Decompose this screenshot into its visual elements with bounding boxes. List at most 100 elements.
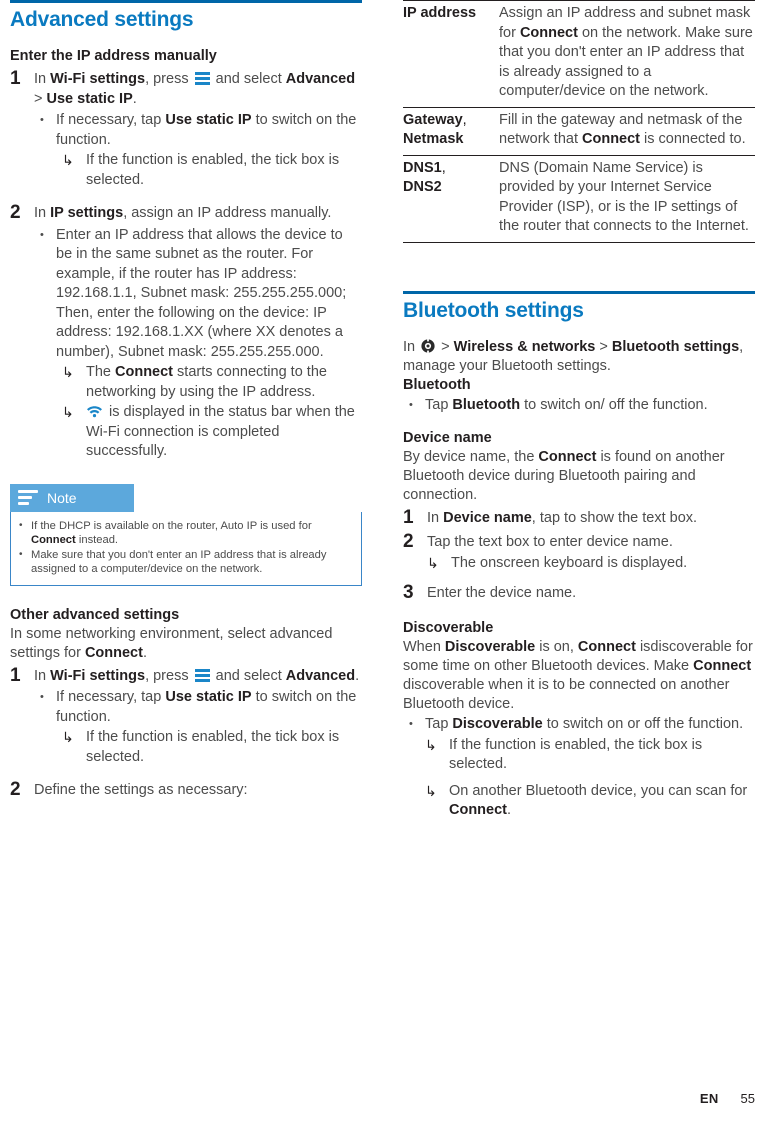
step1-arrow: ↳ If the function is enabled, the tick b… xyxy=(62,151,362,190)
step-number: 3 xyxy=(403,581,414,603)
device-step-1: 1 In Device name, tap to show the text b… xyxy=(403,507,755,529)
bluetooth-bullet: • Tap Bluetooth to switch on/ off the fu… xyxy=(403,396,755,416)
step2-arrow-1: ↳ The Connect starts connecting to the n… xyxy=(62,363,362,402)
step3-bullet: • If necessary, tap Use static IP to swi… xyxy=(34,688,362,727)
note-item: • If the DHCP is available on the router… xyxy=(19,519,353,548)
a1-bold-connect: Connect xyxy=(115,364,174,380)
key-sep: , xyxy=(441,159,446,176)
bullet-marker: • xyxy=(40,228,44,241)
table-row: Gateway, Netmask Fill in the gateway and… xyxy=(403,106,755,155)
db-pre: Tap xyxy=(425,716,453,732)
step1-pre: In xyxy=(34,71,51,87)
step-number: 1 xyxy=(10,664,21,686)
note-item-text: If the DHCP is available on the router, … xyxy=(31,519,353,548)
note-title: Note xyxy=(47,489,77,506)
arrow-text: If the function is enabled, the tick box… xyxy=(86,729,340,765)
ip-settings-table: IP address Assign an IP address and subn… xyxy=(403,0,755,243)
arrow-marker-icon: ↳ xyxy=(62,364,74,380)
bullet-marker: • xyxy=(19,548,23,560)
d1-pre: In xyxy=(427,510,444,526)
n1-bold-connect: Connect xyxy=(31,534,76,546)
arrow-marker-icon: ↳ xyxy=(62,152,74,168)
da2-post: . xyxy=(507,802,512,818)
wifi-signal-icon xyxy=(87,406,102,418)
step2-bold-ip-settings: IP settings xyxy=(50,205,124,221)
discoverable-arrow-2: ↳ On another Bluetooth device, you can s… xyxy=(425,782,755,821)
device-name-intro: By device name, the Connect is found on … xyxy=(403,448,755,505)
step-number: 1 xyxy=(403,507,414,528)
arrow-text: The Connect starts connecting to the net… xyxy=(86,363,362,402)
b3-pre: If necessary, tap xyxy=(56,689,166,705)
step-text: Define the settings as necessary: xyxy=(34,782,248,798)
oi-post: . xyxy=(142,644,147,661)
step3-end: . xyxy=(355,667,360,684)
discoverable-intro: When Discoverable is on, Connect isdisco… xyxy=(403,638,755,714)
step-text: Tap the text box to enter device name. xyxy=(427,533,673,550)
arrow-marker-icon: ↳ xyxy=(427,555,439,571)
di-pre: When xyxy=(403,639,445,655)
footer-page-number: 55 xyxy=(740,1091,755,1106)
subheading-discoverable: Discoverable xyxy=(403,620,494,636)
table-cell-key: Gateway, Netmask xyxy=(403,106,499,155)
step1-end: . xyxy=(132,90,137,107)
b3-bold: Use static IP xyxy=(165,689,252,705)
step3-pre: In xyxy=(34,667,51,684)
table-row: IP address Assign an IP address and subn… xyxy=(403,0,755,107)
other-advanced-intro: In some networking environment, select a… xyxy=(10,625,362,663)
arrow-text: On another Bluetooth device, you can sca… xyxy=(449,782,755,821)
di-mid1: is on, xyxy=(535,639,578,655)
key-line-2: Netmask xyxy=(403,131,464,147)
note-item-text: Make sure that you don't enter an IP add… xyxy=(31,548,327,576)
manual-page: Advanced settings Enter the IP address m… xyxy=(0,0,765,1122)
device-step-2-arrow: ↳ The onscreen keyboard is displayed. xyxy=(427,554,755,574)
n1-pre: If the DHCP is available on the router, … xyxy=(31,519,312,532)
oi-bold-connect: Connect xyxy=(84,644,143,661)
dn-pre: By device name, the xyxy=(403,449,539,465)
bi-bold-wireless-networks: Wireless & networks xyxy=(453,338,596,355)
hamburger-menu-icon xyxy=(194,668,210,682)
arrow-marker-icon: ↳ xyxy=(425,736,437,753)
bullet-text: Tap Bluetooth to switch on/ off the func… xyxy=(425,396,755,416)
db-bold: Discoverable xyxy=(452,716,543,732)
di-bold-connect-2: Connect xyxy=(693,658,752,674)
b-pre: If necessary, tap xyxy=(56,112,166,128)
bi-gt2: > xyxy=(595,338,612,355)
bt-post: to switch on/ off the function. xyxy=(520,396,708,413)
step2-bullet: • Enter an IP address that allows the de… xyxy=(34,226,362,363)
device-step-3: 3 Enter the device name. xyxy=(403,582,755,604)
step3-post: and select xyxy=(211,667,286,684)
step1-post: and select xyxy=(211,71,286,87)
step-text: In Device name, tap to show the text box… xyxy=(427,507,755,529)
arrow-text: If the function is enabled, the tick box… xyxy=(449,736,703,773)
oi-pre: In some networking environment, select a… xyxy=(10,625,333,661)
key-sep: , xyxy=(462,111,467,128)
bullet-text: If necessary, tap Use static IP to switc… xyxy=(56,688,362,727)
key-line-2: DNS2 xyxy=(403,179,442,195)
arrow-marker-icon: ↳ xyxy=(62,404,74,420)
arrow-marker-icon: ↳ xyxy=(62,729,74,745)
table-cell-key: DNS1, DNS2 xyxy=(403,154,499,243)
arrow-text: The onscreen keyboard is displayed. xyxy=(451,555,688,571)
a2-text: is displayed in the status bar when the … xyxy=(86,404,355,459)
bt-bold: Bluetooth xyxy=(452,396,521,413)
bullet-text: If necessary, tap Use static IP to switc… xyxy=(56,111,362,150)
subheading-enter-ip-manually: Enter the IP address manually xyxy=(10,48,217,64)
section-title-bluetooth: Bluetooth settings xyxy=(403,298,584,322)
step-text: Enter the device name. xyxy=(427,584,577,601)
table-cell-value: Assign an IP address and subnet mask for… xyxy=(499,0,755,107)
step3-bold-wifi-settings: Wi-Fi settings xyxy=(50,667,146,684)
hamburger-menu-icon xyxy=(194,72,210,85)
bullet-marker: • xyxy=(40,691,44,703)
bullet-text: Enter an IP address that allows the devi… xyxy=(56,226,347,360)
section-rule-top xyxy=(10,0,362,3)
da2-bold-connect: Connect xyxy=(449,802,507,818)
step-number: 2 xyxy=(403,530,414,552)
arrow-text: is displayed in the status bar when the … xyxy=(86,403,362,462)
note-box: Note • If the DHCP is available on the r… xyxy=(10,483,362,586)
step-2: 2 In IP settings, assign an IP address m… xyxy=(10,202,362,224)
step1-gt: > xyxy=(34,90,47,107)
section-rule-bluetooth xyxy=(403,290,755,294)
step2-pre: In xyxy=(34,205,51,221)
bullet-marker: • xyxy=(19,519,23,531)
arrow-text: If the function is enabled, the tick box… xyxy=(86,152,340,188)
